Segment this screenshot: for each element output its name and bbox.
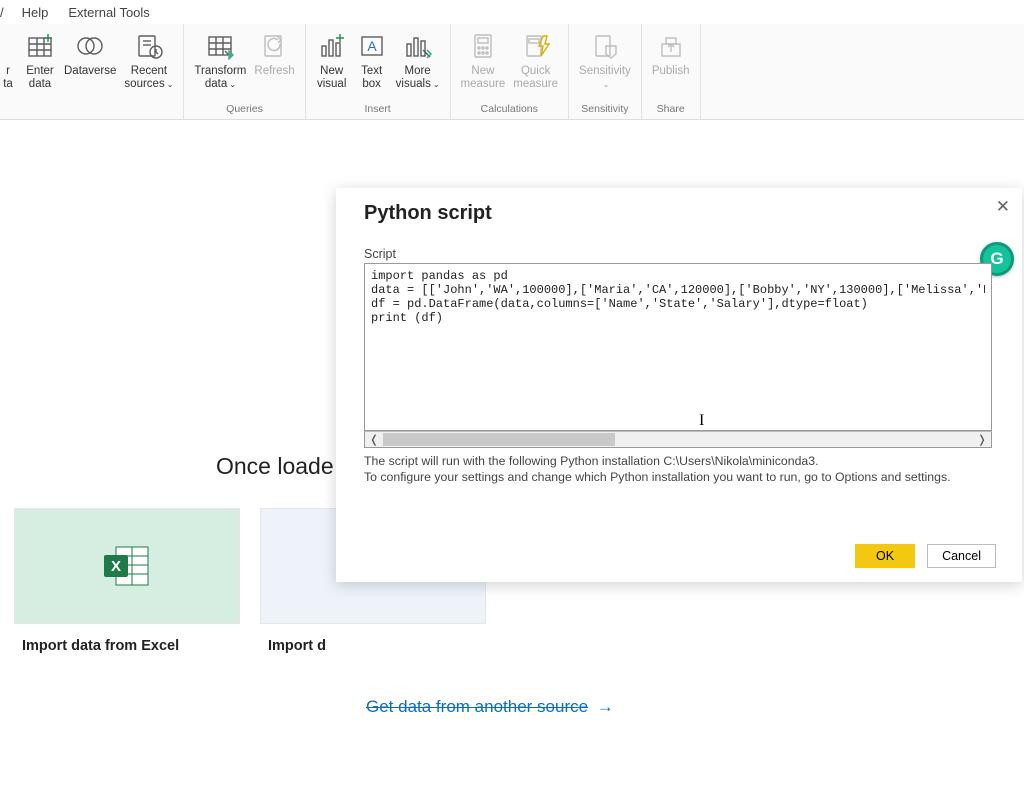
label: sources⌄ — [124, 78, 173, 91]
label: data⌄ — [194, 78, 246, 91]
ribbon-group-queries: Transform data⌄ Refresh Queries — [184, 24, 305, 120]
enter-data-button[interactable]: Enter data — [20, 28, 60, 91]
get-data-another-source-link[interactable]: Get data from another source → — [366, 697, 614, 717]
ribbon-group-insert: New visual A Text box More vi — [306, 24, 451, 120]
text-box-button[interactable]: A Text box — [352, 28, 392, 91]
table-plus-icon — [24, 30, 56, 62]
more-visuals-button[interactable]: More visuals⌄ — [392, 28, 444, 91]
more-visuals-icon — [402, 30, 434, 62]
card-title: Import data from Excel — [14, 624, 240, 668]
ribbon-group-share: Publish Share — [642, 24, 701, 120]
script-code-content: import pandas as pd data = [['John','WA'… — [371, 269, 985, 325]
svg-text:A: A — [367, 38, 377, 54]
label: r — [3, 65, 13, 78]
scroll-right-button[interactable]: ❭ — [973, 432, 991, 447]
scroll-thumb[interactable] — [383, 433, 615, 446]
group-label: Calculations — [457, 102, 563, 116]
scroll-track[interactable] — [383, 432, 973, 447]
calculator-lightning-icon — [520, 30, 552, 62]
dialog-close-button[interactable]: ✕ — [996, 198, 1010, 215]
label: box — [361, 78, 382, 91]
text-cursor-icon: I — [699, 412, 704, 430]
label: Text — [361, 65, 382, 78]
group-label: Sensitivity — [575, 102, 635, 116]
link-text: Get data from another source — [366, 697, 588, 716]
group-label — [0, 102, 177, 116]
label: measure — [513, 78, 558, 91]
script-config-note: To configure your settings and change wh… — [364, 470, 1002, 484]
ribbon-group-sensitivity: Sensitivity ⌄ Sensitivity — [569, 24, 642, 120]
recent-sources-button[interactable]: Recent sources⌄ — [120, 28, 177, 91]
sensitivity-button: Sensitivity ⌄ — [575, 28, 635, 91]
transform-data-button[interactable]: Transform data⌄ — [190, 28, 250, 91]
label: visuals⌄ — [396, 78, 440, 91]
label: Enter — [26, 65, 54, 78]
group-label: Share — [648, 102, 694, 116]
card-image: X — [14, 508, 240, 624]
label: Sensitivity — [579, 65, 631, 78]
get-data-partial-button[interactable]: r ta — [0, 28, 20, 91]
ribbon: r ta Enter data Dataverse — [0, 24, 1024, 120]
ok-button[interactable]: OK — [855, 544, 915, 568]
refresh-icon — [259, 30, 291, 62]
new-measure-button: New measure — [457, 28, 510, 91]
menu-external-tools[interactable]: External Tools — [64, 5, 165, 20]
label: Recent — [124, 65, 173, 78]
calculator-icon — [467, 30, 499, 62]
excel-icon: X — [102, 543, 152, 589]
transform-data-icon — [204, 30, 236, 62]
label: visual — [317, 78, 346, 91]
card-title: Import d — [260, 624, 486, 668]
label: Dataverse — [64, 65, 116, 78]
group-label: Insert — [312, 102, 444, 116]
chevron-down-icon: ⌄ — [581, 78, 631, 91]
menu-help[interactable]: Help — [18, 5, 65, 20]
menu-bar: / Help External Tools — [0, 0, 1024, 24]
sensitivity-tag-icon — [589, 30, 621, 62]
script-install-note: The script will run with the following P… — [364, 454, 1002, 468]
horizontal-scrollbar[interactable]: ❬ ❭ — [364, 431, 992, 448]
cancel-button[interactable]: Cancel — [927, 544, 996, 568]
label: More — [396, 65, 440, 78]
label: Publish — [652, 65, 690, 78]
quick-measure-button: Quick measure — [509, 28, 562, 91]
script-field-label: Script — [364, 247, 1002, 261]
new-visual-button[interactable]: New visual — [312, 28, 352, 91]
ribbon-group-calculations: New measure Quick measure Calculations — [451, 24, 570, 120]
dialog-title: Python script — [364, 202, 1002, 225]
label: Refresh — [254, 65, 294, 78]
card-import-excel[interactable]: X Import data from Excel — [14, 508, 240, 668]
cylinder-arrow-icon — [0, 30, 16, 62]
label: New — [461, 65, 506, 78]
label: Quick — [513, 65, 558, 78]
ribbon-group-data: r ta Enter data Dataverse — [0, 24, 184, 120]
dataverse-icon — [74, 30, 106, 62]
publish-icon — [655, 30, 687, 62]
label: data — [26, 78, 54, 91]
bar-chart-plus-icon — [316, 30, 348, 62]
svg-text:X: X — [111, 558, 121, 575]
label: ta — [3, 78, 13, 91]
script-textarea[interactable]: import pandas as pd data = [['John','WA'… — [364, 263, 992, 431]
label: measure — [461, 78, 506, 91]
label: Transform — [194, 65, 246, 78]
refresh-button: Refresh — [250, 28, 298, 91]
label: New — [317, 65, 346, 78]
text-box-icon: A — [356, 30, 388, 62]
python-script-dialog: ✕ Python script G Script import pandas a… — [336, 188, 1022, 582]
arrow-right-icon: → — [597, 697, 614, 716]
once-loaded-heading: Once loade — [216, 453, 334, 480]
scroll-left-button[interactable]: ❬ — [365, 432, 383, 447]
publish-button: Publish — [648, 28, 694, 91]
group-label: Queries — [190, 102, 298, 116]
menu-item-partial[interactable]: / — [0, 5, 18, 20]
recent-sources-icon — [133, 30, 165, 62]
dataverse-button[interactable]: Dataverse — [60, 28, 120, 91]
